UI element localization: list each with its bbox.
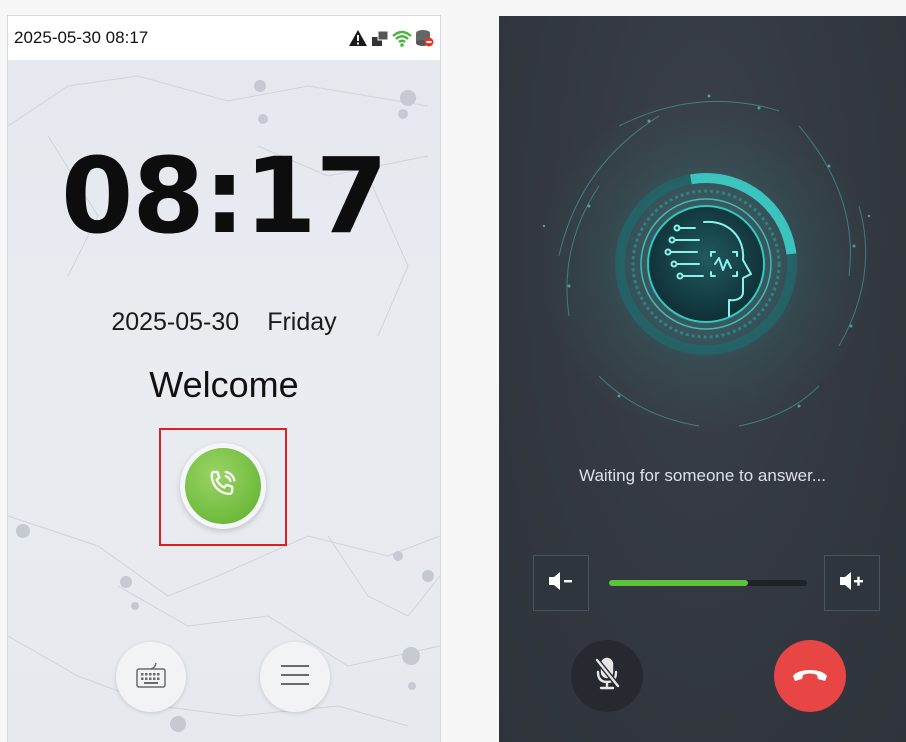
hang-up-button[interactable] (774, 640, 846, 712)
menu-button[interactable] (260, 642, 330, 712)
volume-up-button[interactable] (824, 555, 880, 611)
date-line: 2025-05-30 Friday (8, 308, 440, 337)
right-device-screen: Waiting for someone to answer... (499, 16, 906, 742)
volume-down-icon (547, 570, 575, 597)
wifi-icon (392, 29, 412, 47)
network-icon (370, 29, 390, 47)
hang-up-icon (790, 664, 830, 689)
calling-animation (536, 94, 876, 434)
status-datetime: 2025-05-30 08:17 (14, 28, 149, 47)
weekday-text: Friday (267, 308, 337, 336)
phone-call-icon (206, 467, 240, 506)
volume-down-button[interactable] (533, 555, 589, 611)
status-bar: 2025-05-30 08:17 (8, 16, 440, 60)
clock-time: 08:17 (60, 135, 388, 257)
volume-up-icon (838, 570, 866, 597)
volume-slider[interactable] (609, 580, 807, 586)
call-status-text: Waiting for someone to answer... (579, 466, 826, 485)
keyboard-icon (134, 659, 168, 696)
mute-microphone-button[interactable] (571, 640, 643, 712)
status-icons (348, 29, 434, 47)
menu-icon (278, 661, 312, 694)
date-text: 2025-05-30 (111, 308, 240, 336)
database-icon (414, 29, 434, 47)
warning-icon (348, 29, 368, 47)
left-device-screen: 2025-05-30 08:17 08:17 2025-05-30 Friday … (8, 16, 440, 742)
volume-slider-fill (609, 580, 748, 586)
keyboard-button[interactable] (116, 642, 186, 712)
call-button[interactable] (180, 443, 266, 529)
microphone-muted-icon (592, 656, 622, 697)
welcome-text: Welcome (149, 364, 299, 405)
